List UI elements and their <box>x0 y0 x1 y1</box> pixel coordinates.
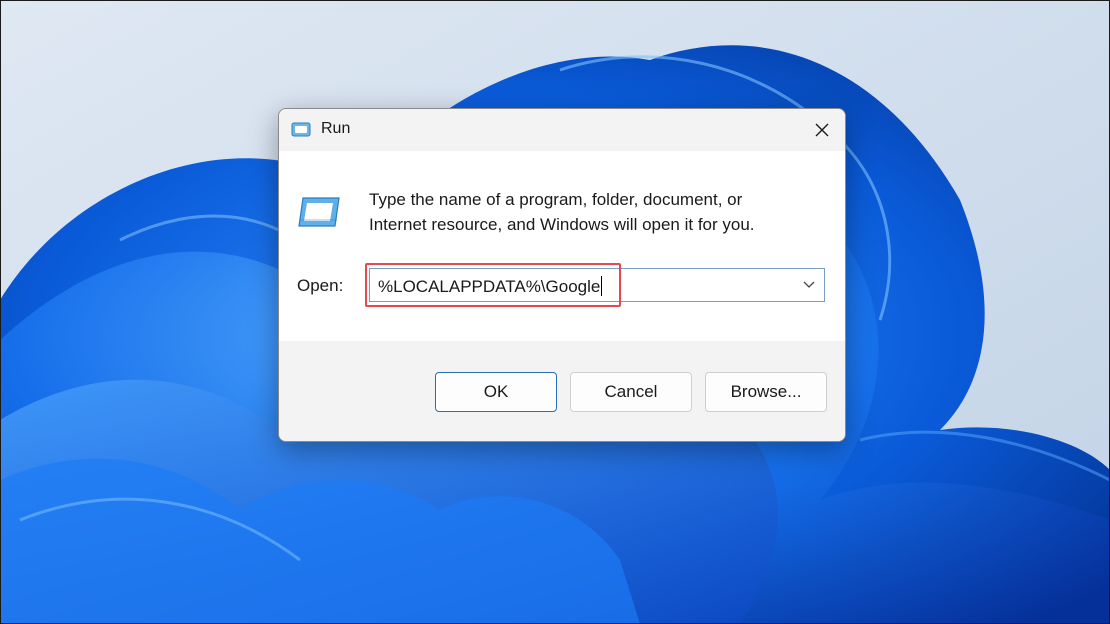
run-icon <box>298 197 340 227</box>
button-bar: OK Cancel Browse... <box>279 341 845 441</box>
open-input[interactable]: %LOCALAPPDATA%\Google <box>378 276 603 297</box>
description-line-2: Internet resource, and Windows will open… <box>369 215 755 234</box>
open-label: Open: <box>297 276 344 295</box>
dialog-description: Type the name of a program, folder, docu… <box>369 187 819 237</box>
dropdown-button[interactable] <box>794 269 824 301</box>
chevron-down-icon <box>803 281 815 288</box>
ok-button[interactable]: OK <box>435 372 557 412</box>
run-icon <box>291 122 311 137</box>
close-icon <box>815 123 829 137</box>
title-bar: Run <box>279 109 845 151</box>
open-input-value: %LOCALAPPDATA%\Google <box>378 277 601 296</box>
browse-button[interactable]: Browse... <box>705 372 827 412</box>
dialog-content: Type the name of a program, folder, docu… <box>279 151 845 341</box>
close-button[interactable] <box>799 109 845 151</box>
run-dialog: Run Type the name of a program, folder, … <box>278 108 846 442</box>
dialog-title: Run <box>321 120 351 137</box>
open-combobox[interactable]: %LOCALAPPDATA%\Google <box>369 268 825 302</box>
text-caret <box>601 276 603 296</box>
cancel-button[interactable]: Cancel <box>570 372 692 412</box>
description-line-1: Type the name of a program, folder, docu… <box>369 190 743 209</box>
